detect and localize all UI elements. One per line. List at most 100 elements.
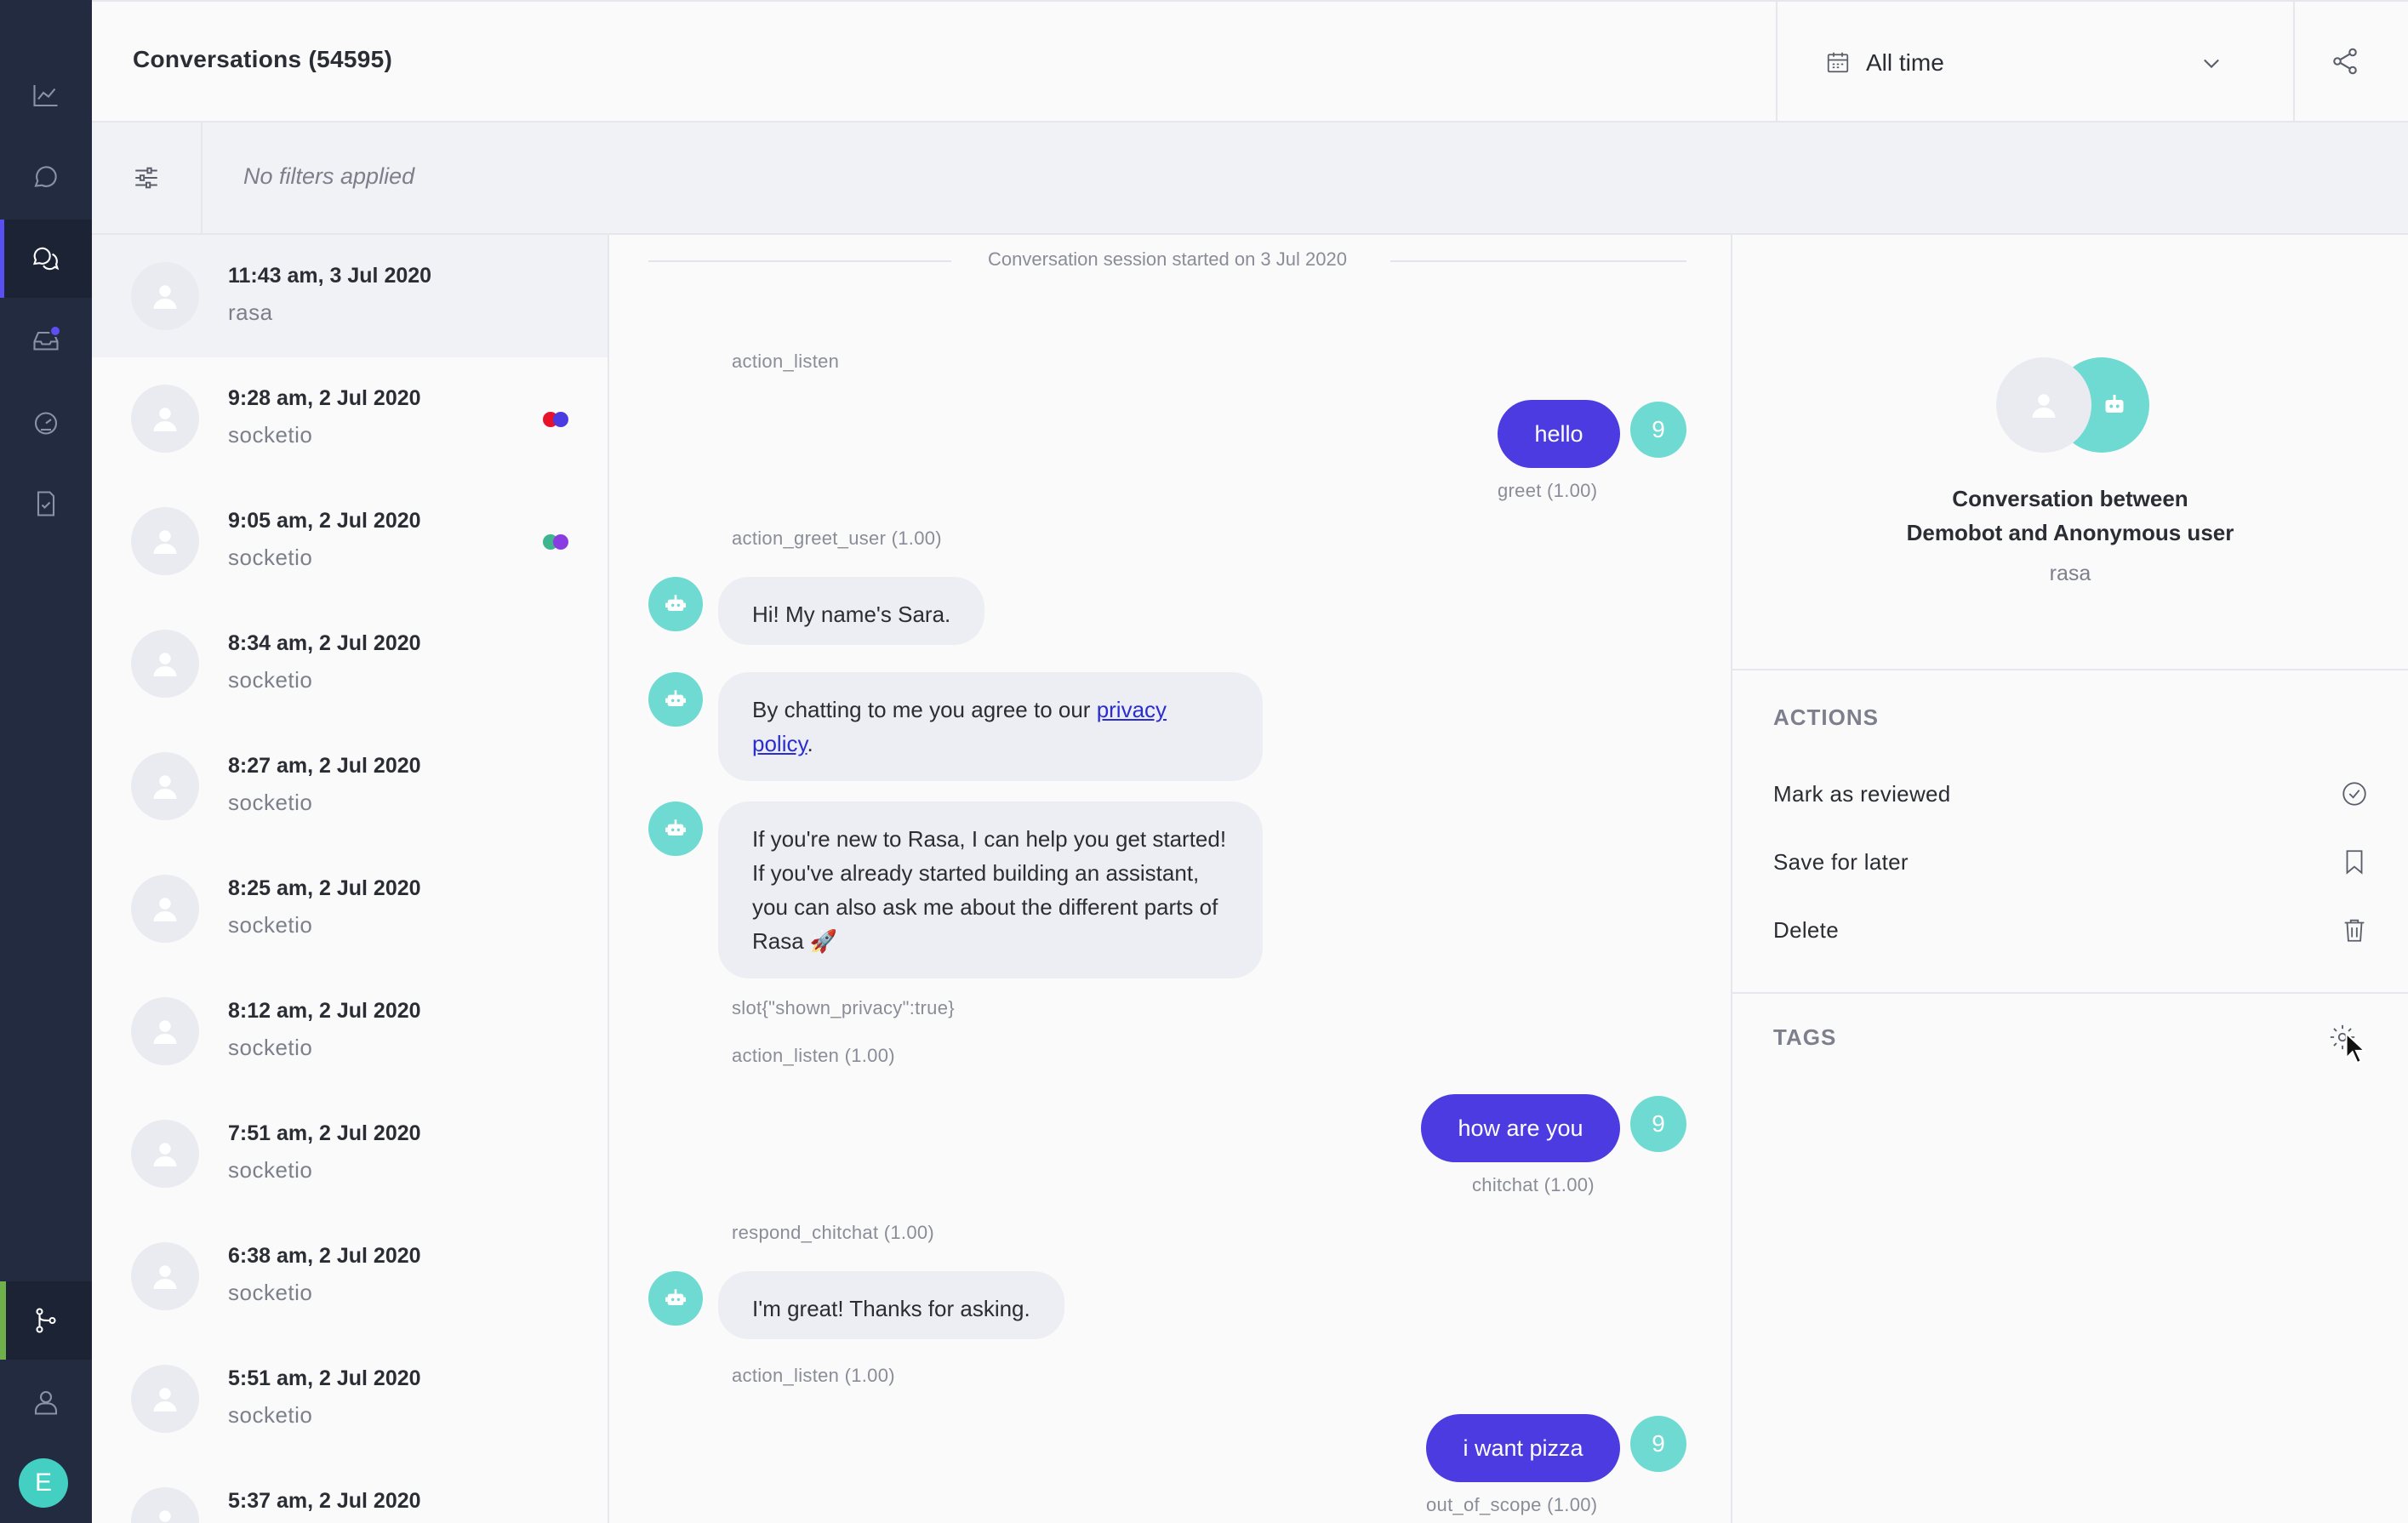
conversation-list-item[interactable]: 8:12 am, 2 Jul 2020 socketio [92, 970, 608, 1092]
participants-avatars [1996, 357, 2149, 453]
bot-avatar [648, 1271, 703, 1326]
user-icon [153, 1143, 177, 1166]
conversation-time: 8:12 am, 2 Jul 2020 [228, 999, 421, 1023]
conversation-list-item[interactable]: 9:05 am, 2 Jul 2020 socketio [92, 480, 608, 602]
sidebar-item-conversations[interactable] [0, 220, 92, 298]
save-later-action[interactable]: Save for later [1773, 846, 2369, 880]
git-branch-icon [36, 1308, 56, 1333]
sidebar: E [0, 0, 92, 1523]
divider [1732, 992, 2408, 994]
mark-reviewed-action[interactable]: Mark as reviewed [1773, 778, 2369, 812]
trash-icon[interactable] [2340, 916, 2369, 944]
tag-dots [543, 412, 573, 427]
tag-dot [553, 412, 568, 427]
bookmark-icon[interactable] [2340, 847, 2369, 876]
share-icon[interactable] [2330, 46, 2360, 77]
conversation-list-item[interactable]: 8:25 am, 2 Jul 2020 socketio [92, 847, 608, 970]
filters-status: No filters applied [243, 163, 415, 189]
user-icon [2032, 394, 2056, 418]
filters-bar: No filters applied [92, 123, 2408, 235]
conversation-source: rasa [2049, 562, 2091, 585]
avatar [131, 1120, 199, 1188]
conversation-channel: socketio [228, 667, 313, 693]
bot-message: By chatting to me you agree to our priva… [718, 672, 1263, 781]
user-message: i want pizza [1426, 1414, 1620, 1482]
sidebar-item-inbox[interactable] [0, 301, 92, 379]
conversation-channel: socketio [228, 1402, 313, 1428]
bot-avatar [648, 577, 703, 631]
tag-dots [543, 534, 573, 550]
action-label: respond_chitchat (1.00) [732, 1222, 935, 1243]
chevron-down-icon [2204, 59, 2219, 69]
avatar [131, 1487, 199, 1523]
user-avatar: 9 [1630, 1416, 1686, 1472]
robot-icon [665, 819, 686, 836]
bot-avatar [648, 672, 703, 727]
sidebar-item-git[interactable] [0, 1281, 92, 1360]
intent-label: greet (1.00) [1498, 480, 1598, 501]
conversations-icon [32, 247, 60, 271]
robot-icon [665, 595, 686, 611]
actions-heading: ACTIONS [1773, 704, 1879, 730]
notification-badge [49, 325, 61, 337]
sliders-icon [135, 167, 157, 189]
avatar [131, 997, 199, 1065]
conversation-details-panel: Conversation between Demobot and Anonymo… [1732, 235, 2408, 1523]
sidebar-item-analytics[interactable] [0, 56, 92, 134]
user-avatar: 9 [1630, 402, 1686, 458]
avatar [131, 630, 199, 698]
conversation-list-item[interactable]: 7:51 am, 2 Jul 2020 socketio [92, 1092, 608, 1215]
conversation-list-item[interactable]: 8:34 am, 2 Jul 2020 socketio [92, 602, 608, 725]
conversation-channel: socketio [228, 545, 313, 570]
delete-action[interactable]: Delete [1773, 914, 2369, 948]
conversation-channel: socketio [228, 1035, 313, 1060]
mark-reviewed-label: Mark as reviewed [1773, 781, 1951, 807]
action-label: action_listen [732, 351, 840, 372]
conversation-list-item[interactable]: 9:28 am, 2 Jul 2020 socketio [92, 357, 608, 480]
user-icon [153, 408, 177, 431]
bot-message-text: By chatting to me you agree to our [752, 697, 1097, 722]
date-range-dropdown[interactable]: All time [1776, 2, 2295, 123]
conversation-list-item[interactable]: 5:37 am, 2 Jul 2020socketio [92, 1460, 608, 1523]
bot-message-text: . [807, 731, 813, 756]
account-avatar[interactable]: E [19, 1458, 68, 1508]
sidebar-item-tests[interactable] [0, 465, 92, 543]
user-message: hello [1498, 400, 1620, 468]
conversation-time: 8:27 am, 2 Jul 2020 [228, 754, 421, 778]
user-icon [153, 530, 177, 554]
conversation-time: 8:34 am, 2 Jul 2020 [228, 631, 421, 655]
user-icon [34, 1390, 58, 1415]
filter-button[interactable] [92, 123, 203, 233]
conversation-list-item[interactable]: 11:43 am, 3 Jul 2020 rasa [92, 235, 608, 357]
gauge-icon [34, 412, 58, 435]
tags-heading: TAGS [1773, 1024, 1837, 1050]
conversation-list-item[interactable]: 8:27 am, 2 Jul 2020 socketio [92, 725, 608, 847]
conversation-list-item[interactable]: 5:51 am, 2 Jul 2020 socketio [92, 1338, 608, 1460]
intent-label: chitchat (1.00) [1472, 1174, 1595, 1195]
conversation-channel: socketio [228, 422, 313, 448]
sidebar-item-talk[interactable] [0, 138, 92, 216]
conversation-time: 5:51 am, 2 Jul 2020 [228, 1366, 421, 1390]
user-icon [153, 898, 177, 921]
sidebar-item-user[interactable] [0, 1363, 92, 1441]
conversation-channel: socketio [228, 790, 313, 815]
user-avatar [1996, 357, 2091, 453]
divider [1732, 669, 2408, 670]
action-label: action_greet_user (1.00) [732, 528, 942, 549]
conversation-title: Conversation between Demobot and Anonymo… [1732, 482, 2408, 550]
user-icon [153, 1020, 177, 1044]
user-icon [153, 1388, 177, 1412]
avatar [131, 1365, 199, 1433]
conversation-channel: socketio [228, 1157, 313, 1183]
conversation-title-line2: Demobot and Anonymous user [1906, 520, 2234, 545]
avatar [131, 262, 199, 330]
mouse-cursor-icon [2345, 1031, 2367, 1064]
conversation-list-item[interactable]: 6:38 am, 2 Jul 2020 socketio [92, 1215, 608, 1338]
check-circle-icon[interactable] [2340, 779, 2369, 808]
conversation-time: 5:37 am, 2 Jul 2020 [228, 1489, 421, 1513]
conversation-time: 7:51 am, 2 Jul 2020 [228, 1121, 421, 1145]
conversation-time: 11:43 am, 3 Jul 2020 [228, 264, 432, 288]
bot-message: Hi! My name's Sara. [718, 577, 985, 645]
sidebar-item-performance[interactable] [0, 383, 92, 461]
user-icon [159, 1510, 171, 1522]
